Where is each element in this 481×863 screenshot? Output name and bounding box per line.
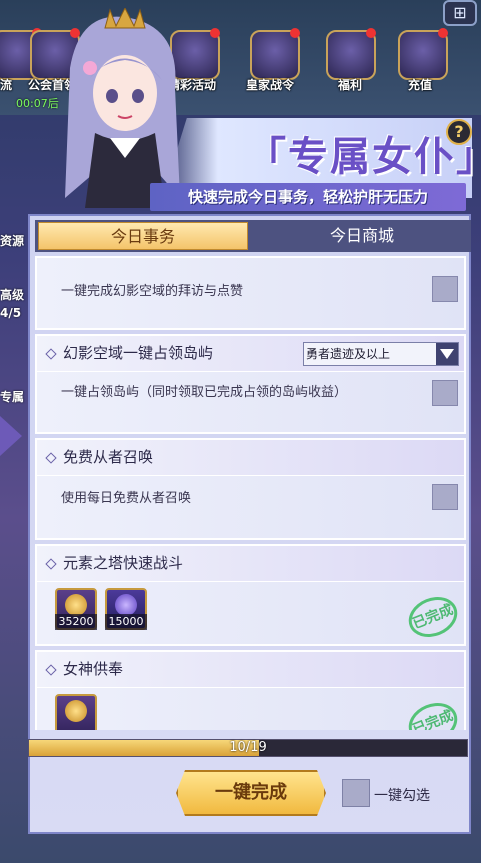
task-card-phantom-occupy: 幻影空域一键占领岛屿 勇者遗迹及以上 一键占领岛屿（同时领取已完成占领的岛屿收益…: [35, 334, 466, 434]
task-header: 元素之塔快速战斗: [37, 546, 464, 582]
royal-pass-icon[interactable]: [250, 28, 300, 80]
grid-menu-icon[interactable]: ⊞: [443, 0, 477, 26]
gold-emblem-icon: [65, 700, 87, 722]
completed-stamp: 已完成: [402, 590, 464, 644]
task-desc: 一键完成幻影空域的拜访与点赞: [61, 284, 244, 299]
diamond-icon: [45, 663, 57, 676]
diamond-icon: [45, 451, 57, 464]
side-label-2: 4/5: [0, 306, 22, 320]
task-title-text: 免费从者召唤: [63, 448, 154, 466]
check-all-checkbox[interactable]: [342, 779, 370, 807]
task-header: 幻影空域一键占领岛屿 勇者遗迹及以上: [37, 336, 464, 372]
purple-emblem-icon: [115, 594, 137, 616]
complete-all-button[interactable]: 一键完成: [176, 770, 326, 816]
reward-qty: 35200: [55, 614, 97, 630]
level-dropdown[interactable]: 勇者遗迹及以上: [303, 342, 459, 366]
task-title-text: 女神供奉: [63, 660, 124, 678]
check-all-label: 一键勾选: [374, 788, 430, 804]
task-checkbox[interactable]: [432, 276, 458, 302]
side-label-0: 资源: [0, 234, 25, 248]
task-desc: 一键占领岛屿（同时领取已完成占领的岛屿收益）: [61, 385, 348, 400]
tab-bar: 今日事务 今日商城: [35, 220, 471, 252]
reward-item[interactable]: 15000: [105, 588, 147, 630]
task-card-goddess-offering: 女神供奉 已完成: [35, 650, 466, 730]
task-card-free-summon: 免费从者召唤 使用每日免费从者召唤: [35, 438, 466, 540]
page-subtitle: 快速完成今日事务，轻松护肝无压力: [150, 183, 466, 211]
task-checkbox[interactable]: [432, 484, 458, 510]
reward-item[interactable]: 35200: [55, 588, 97, 630]
diamond-recharge-icon[interactable]: [398, 28, 448, 80]
task-title-text: 元素之塔快速战斗: [63, 554, 184, 572]
diamond-icon: [45, 557, 57, 570]
task-desc: 使用每日免费从者召唤: [61, 491, 192, 506]
task-title: 幻影空域一键占领岛屿: [45, 336, 214, 371]
task-card-phantom-visit: 一键完成幻影空域的拜访与点赞: [35, 256, 466, 330]
tab-daily-tasks[interactable]: 今日事务: [38, 222, 248, 250]
task-title: 免费从者召唤: [45, 440, 154, 475]
reward-qty: 15000: [105, 614, 147, 630]
completed-stamp: 已完成: [402, 696, 464, 730]
task-title-text: 幻影空域一键占领岛屿: [63, 344, 214, 362]
task-header: 女神供奉: [37, 652, 464, 688]
hud-label-5: 充值: [408, 78, 433, 92]
side-label-3: 专属: [0, 390, 25, 404]
hud-label-0: 流: [0, 78, 13, 92]
task-card-element-tower: 元素之塔快速战斗 35200 15000 已完成: [35, 544, 466, 646]
maid-character-portrait: [65, 8, 180, 208]
progress-text: 10/19: [229, 740, 267, 755]
dropdown-value: 勇者遗迹及以上: [306, 347, 391, 361]
tab-daily-shop[interactable]: 今日商城: [255, 220, 469, 252]
task-title: 女神供奉: [45, 652, 124, 687]
hud-label-3: 皇家战令: [246, 78, 295, 92]
task-header: 免费从者召唤: [37, 440, 464, 476]
side-expand-arrow-icon[interactable]: [0, 416, 22, 456]
gold-emblem-icon: [65, 594, 87, 616]
task-list[interactable]: 一键完成幻影空域的拜访与点赞 幻影空域一键占领岛屿 勇者遗迹及以上 一键占领岛屿…: [35, 252, 468, 730]
chevron-down-icon[interactable]: [436, 343, 458, 365]
task-title: 元素之塔快速战斗: [45, 546, 184, 581]
progress-bar: 10/19: [28, 739, 468, 757]
welfare-gift-icon[interactable]: [326, 28, 376, 80]
task-checkbox[interactable]: [432, 380, 458, 406]
reward-item[interactable]: [55, 694, 97, 730]
hud-label-4: 福利: [338, 78, 363, 92]
diamond-icon: [45, 347, 57, 360]
side-label-1: 高级: [0, 288, 25, 302]
help-icon[interactable]: ?: [446, 119, 472, 145]
